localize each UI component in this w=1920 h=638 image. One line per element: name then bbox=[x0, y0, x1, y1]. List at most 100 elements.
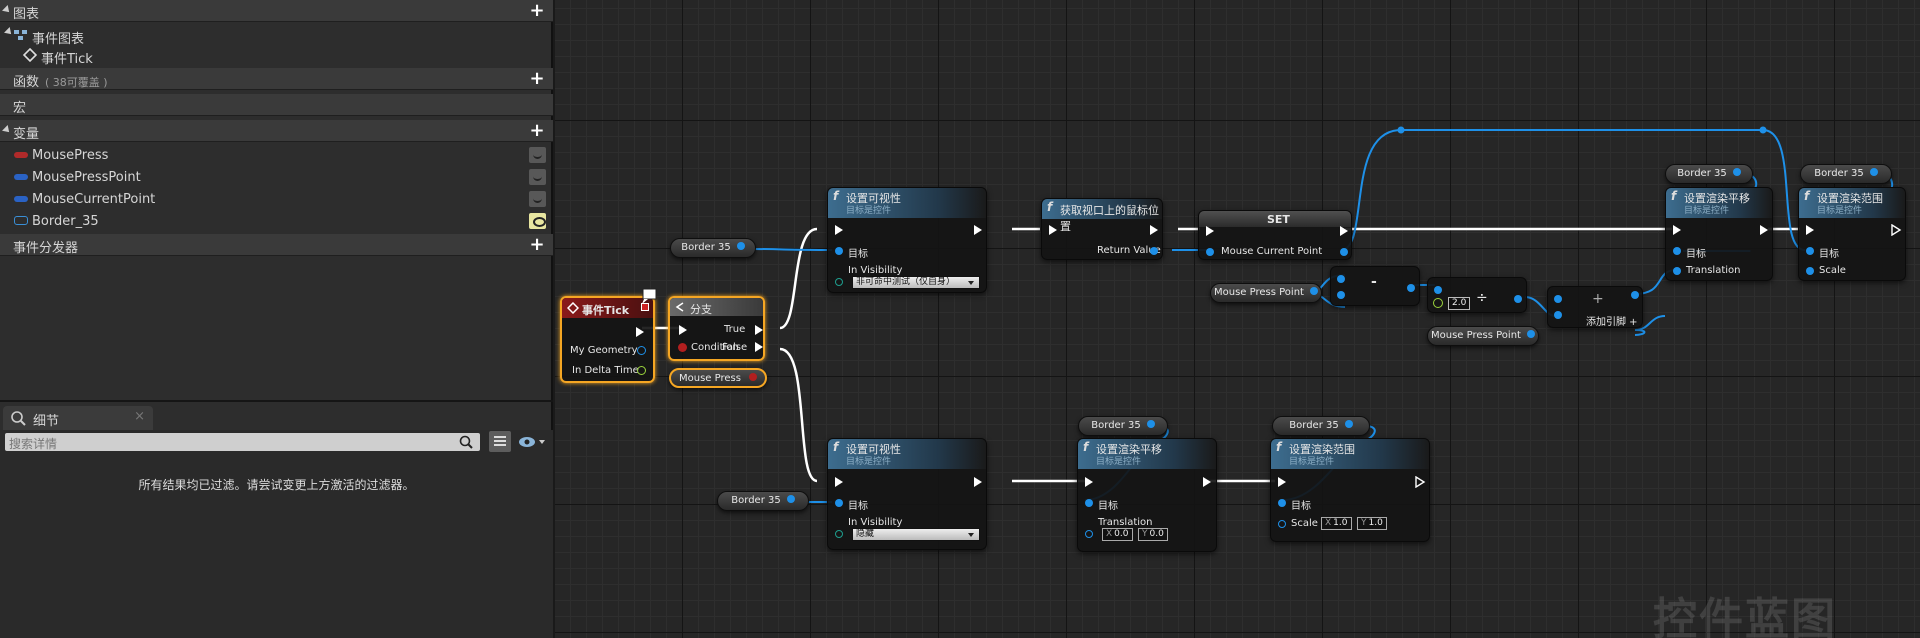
visibility-dropdown[interactable]: 非可命中测试（仅自身） bbox=[852, 276, 980, 289]
search-input[interactable]: 搜索详情 bbox=[5, 433, 480, 451]
scale-x-input[interactable]: X 1.0 bbox=[1321, 517, 1352, 530]
input-a-pin[interactable] bbox=[1337, 275, 1345, 283]
add-variable-button[interactable]: + bbox=[529, 122, 545, 140]
exec-out-pin[interactable] bbox=[635, 326, 645, 338]
add-graph-button[interactable]: + bbox=[529, 2, 545, 20]
input-b-pin[interactable] bbox=[1433, 298, 1443, 308]
functions-section-header[interactable]: 函数( 38可覆盖 ) + bbox=[0, 68, 553, 90]
condition-pin[interactable] bbox=[678, 343, 687, 352]
subtract-node[interactable]: - bbox=[1330, 266, 1420, 306]
border35-getter[interactable]: Border 35 bbox=[1800, 164, 1892, 184]
comment-bubble-icon[interactable] bbox=[640, 288, 658, 306]
translation-x-input[interactable]: X 0.0 bbox=[1102, 528, 1133, 541]
target-pin[interactable] bbox=[1278, 499, 1286, 507]
input-a-pin[interactable] bbox=[1434, 286, 1442, 294]
exec-out-pin[interactable] bbox=[973, 476, 983, 488]
variable-item[interactable]: MousePressPoint bbox=[0, 166, 553, 188]
graphs-section-header[interactable]: 图表 + bbox=[0, 0, 553, 22]
exec-out-pin[interactable] bbox=[1339, 225, 1349, 237]
set-render-scale-node[interactable]: f 设置渲染范围 目标是控件 目标 Scale bbox=[1798, 187, 1906, 281]
visibility-pin[interactable] bbox=[835, 530, 843, 538]
border35-getter[interactable]: Border 35 bbox=[1665, 164, 1753, 184]
exec-in-pin[interactable] bbox=[1084, 476, 1094, 488]
exec-in-pin[interactable] bbox=[1805, 224, 1815, 236]
event-tick-node[interactable]: 事件Tick My Geometry In Delta Time bbox=[560, 296, 655, 383]
return-value-pin[interactable] bbox=[1150, 247, 1158, 255]
search-icon[interactable] bbox=[458, 434, 474, 450]
exec-in-pin[interactable] bbox=[834, 476, 844, 488]
mouse-press-point-getter[interactable]: Mouse Press Point bbox=[1210, 283, 1322, 303]
value-pin[interactable] bbox=[1206, 248, 1214, 256]
scale-pin[interactable] bbox=[1278, 520, 1286, 528]
float-pin[interactable] bbox=[637, 366, 646, 375]
output-pin[interactable] bbox=[1631, 291, 1639, 299]
collapse-arrow-icon[interactable] bbox=[2, 125, 12, 135]
translation-y-input[interactable]: Y 0.0 bbox=[1138, 528, 1168, 541]
target-pin[interactable] bbox=[835, 499, 843, 507]
event-dispatchers-section-header[interactable]: 事件分发器 + bbox=[0, 234, 553, 256]
event-graph-item[interactable]: 事件图表 bbox=[0, 24, 553, 47]
translation-pin[interactable] bbox=[1085, 530, 1093, 538]
exec-true-pin[interactable] bbox=[754, 324, 764, 336]
eye-dropdown-icon[interactable] bbox=[517, 434, 549, 450]
visibility-eye-icon[interactable] bbox=[529, 191, 546, 207]
target-pin[interactable] bbox=[1085, 499, 1093, 507]
mouse-press-getter[interactable]: Mouse Press bbox=[669, 368, 767, 388]
panel-splitter[interactable] bbox=[0, 400, 553, 402]
details-tab[interactable]: 细节 × bbox=[3, 406, 153, 430]
event-graph-canvas[interactable]: 事件Tick My Geometry In Delta Time 分支 True… bbox=[555, 0, 1920, 638]
branch-node[interactable]: 分支 True Condition False bbox=[668, 296, 765, 361]
reroute-node[interactable] bbox=[1759, 126, 1767, 134]
exec-in-pin[interactable] bbox=[1277, 476, 1287, 488]
visibility-eye-icon[interactable] bbox=[529, 169, 546, 185]
reroute-node[interactable] bbox=[1397, 126, 1405, 134]
exec-in-pin[interactable] bbox=[1205, 225, 1215, 237]
get-mouse-position-node[interactable]: f 获取视口上的鼠标位置 Return Value bbox=[1041, 198, 1163, 260]
variable-item[interactable]: MouseCurrentPoint bbox=[0, 188, 553, 210]
exec-out-pin[interactable] bbox=[973, 224, 983, 236]
add-node[interactable]: + 添加引脚 + bbox=[1547, 286, 1643, 328]
set-render-scale-node[interactable]: f 设置渲染范围 目标是控件 目标 Scale X 1.0 Y 1.0 bbox=[1270, 438, 1430, 542]
collapse-arrow-icon[interactable] bbox=[2, 5, 12, 15]
input-a-pin[interactable] bbox=[1554, 295, 1562, 303]
set-render-translation-node[interactable]: f 设置渲染平移 目标是控件 目标 Translation X 0.0 Y 0.0 bbox=[1077, 438, 1217, 552]
exec-out-pin[interactable] bbox=[1759, 224, 1769, 236]
add-function-button[interactable]: + bbox=[529, 70, 545, 88]
output-pin[interactable] bbox=[1407, 284, 1415, 292]
border35-getter[interactable]: Border 35 bbox=[717, 491, 809, 511]
exec-in-pin[interactable] bbox=[1672, 224, 1682, 236]
mouse-press-point-getter[interactable]: Mouse Press Point bbox=[1427, 326, 1539, 346]
set-variable-node[interactable]: SET Mouse Current Point bbox=[1198, 210, 1352, 260]
add-dispatcher-button[interactable]: + bbox=[529, 236, 545, 254]
visibility-dropdown[interactable]: 隐藏 bbox=[852, 528, 980, 541]
target-pin[interactable] bbox=[1806, 247, 1814, 255]
geometry-pin[interactable] bbox=[637, 346, 646, 355]
exec-false-pin[interactable] bbox=[754, 341, 764, 353]
target-pin[interactable] bbox=[835, 247, 843, 255]
variable-item[interactable]: MousePress bbox=[0, 144, 553, 166]
border35-getter[interactable]: Border 35 bbox=[1272, 416, 1370, 436]
exec-out-pin[interactable] bbox=[1149, 224, 1159, 236]
divide-node[interactable]: 2.0 ÷ bbox=[1427, 277, 1527, 313]
view-options-grid-icon[interactable] bbox=[489, 431, 511, 452]
close-icon[interactable]: × bbox=[134, 409, 145, 424]
exec-in-pin[interactable] bbox=[1048, 224, 1058, 236]
set-visibility-node[interactable]: f 设置可视性 目标是控件 目标 In Visibility 非可命中测试（仅自身） bbox=[827, 187, 987, 293]
exec-out-pin[interactable] bbox=[1202, 476, 1212, 488]
target-pin[interactable] bbox=[1673, 247, 1681, 255]
border35-getter[interactable]: Border 35 bbox=[670, 238, 756, 258]
visibility-eye-icon[interactable] bbox=[529, 147, 546, 163]
exec-out-pin[interactable] bbox=[1891, 224, 1902, 236]
border35-getter[interactable]: Border 35 bbox=[1078, 416, 1168, 436]
visibility-eye-icon[interactable] bbox=[529, 213, 546, 229]
input-b-pin[interactable] bbox=[1554, 311, 1562, 319]
variables-section-header[interactable]: 变量 + bbox=[0, 120, 553, 142]
exec-out-pin[interactable] bbox=[1415, 476, 1426, 488]
exec-in-pin[interactable] bbox=[678, 324, 688, 336]
output-pin[interactable] bbox=[1514, 295, 1522, 303]
add-pin-button[interactable]: 添加引脚 + bbox=[1586, 313, 1638, 328]
set-visibility-node[interactable]: f 设置可视性 目标是控件 目标 In Visibility 隐藏 bbox=[827, 438, 987, 550]
variable-item[interactable]: Border_35 bbox=[0, 210, 553, 232]
visibility-pin[interactable] bbox=[835, 278, 843, 286]
macros-section-header[interactable]: 宏 bbox=[0, 94, 553, 116]
